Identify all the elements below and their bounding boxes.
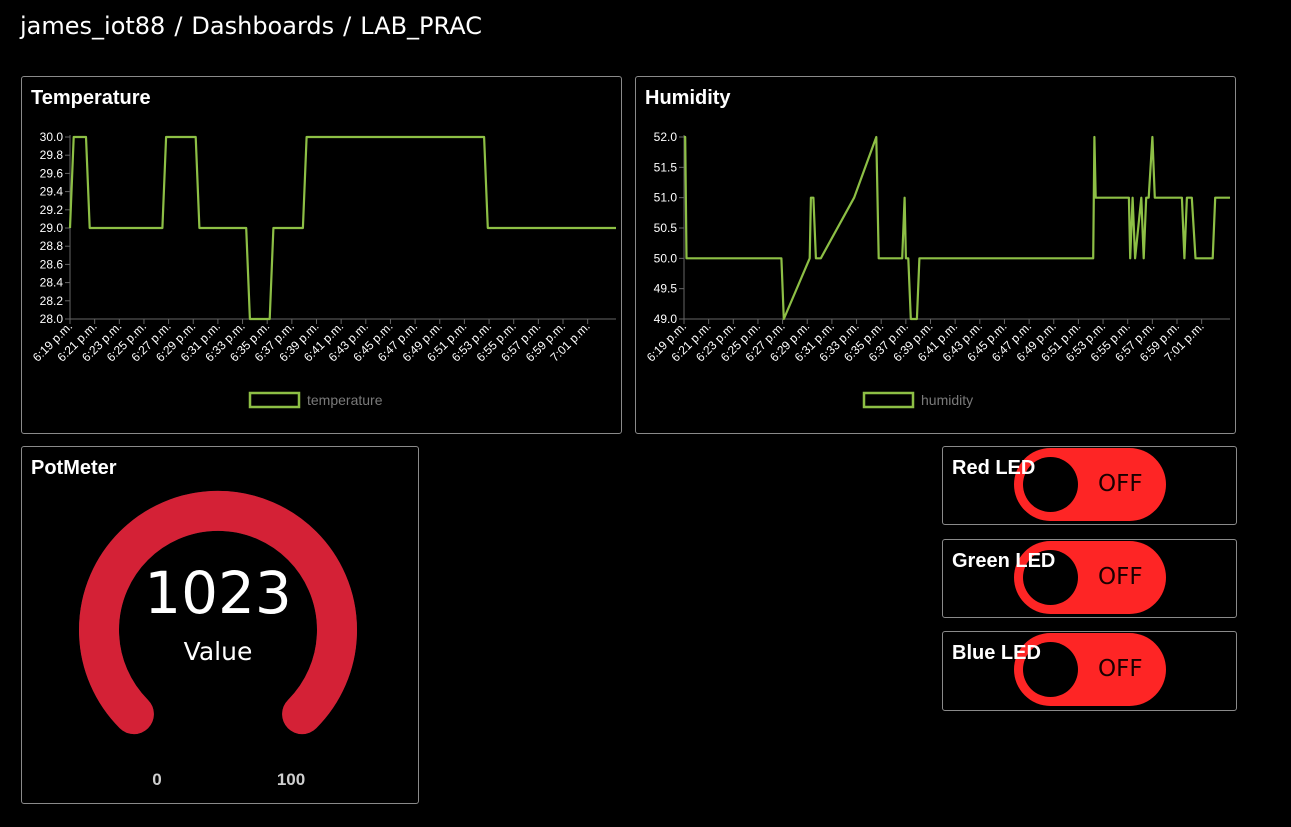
y-tick-label: 29.4 (40, 185, 64, 199)
red-led-toggle[interactable]: OFF (1014, 448, 1166, 521)
y-tick-label: 52.0 (654, 130, 678, 144)
y-tick-label: 28.6 (40, 257, 64, 271)
breadcrumb-separator: / (343, 12, 352, 40)
y-tick-label: 28.2 (40, 294, 64, 308)
temperature-series-line (68, 135, 616, 321)
red-led-state: OFF (1098, 471, 1143, 497)
y-tick-label: 28.4 (40, 276, 64, 290)
y-tick-label: 29.2 (40, 203, 64, 217)
y-tick-label: 29.0 (40, 221, 64, 235)
red-led-widget: OFF Red LED (942, 446, 1237, 525)
y-tick-label: 29.6 (40, 166, 64, 180)
y-tick-label: 28.8 (40, 239, 64, 253)
breadcrumb-separator: / (174, 12, 183, 40)
breadcrumb: james_iot88 / Dashboards / LAB_PRAC (20, 12, 482, 40)
potmeter-gauge: 1023 Value 0 100 (79, 490, 357, 789)
y-tick-label: 30.0 (40, 130, 64, 144)
humidity-series-line (684, 135, 1230, 321)
temperature-widget: Temperature 30.0 29.8 29.6 29.4 29.2 29.0 28.8… (21, 76, 622, 434)
breadcrumb-user-link[interactable]: james_iot88 (20, 12, 165, 40)
y-tick-label: 49.5 (654, 282, 678, 296)
legend-swatch (248, 391, 301, 409)
green-led-label: Green LED (952, 550, 1056, 572)
green-led-widget: OFF Green LED (942, 539, 1237, 618)
potmeter-widget: PotMeter 1023 Value 0 100 (21, 446, 419, 804)
gauge-label: Value (184, 637, 253, 666)
legend-swatch (862, 391, 915, 409)
blue-led-label: Blue LED (952, 642, 1041, 664)
y-tick-label: 50.5 (654, 221, 678, 235)
legend-label[interactable]: humidity (921, 392, 973, 408)
red-led-label: Red LED (952, 457, 1036, 479)
humidity-widget: Humidity 52.0 51.5 51.0 50.5 50.0 49.5 49.0 6:1… (635, 76, 1236, 434)
y-tick-label: 51.0 (654, 191, 678, 205)
y-tick-label: 50.0 (654, 251, 678, 265)
y-tick-label: 29.8 (40, 148, 64, 162)
breadcrumb-current-dashboard: LAB_PRAC (360, 12, 482, 40)
blue-led-widget: OFF Blue LED (942, 631, 1237, 711)
gauge-min-label: 0 (152, 770, 161, 789)
temperature-chart: 30.0 29.8 29.6 29.4 29.2 29.0 28.8 28.6 28.4 28.2… (30, 130, 616, 409)
breadcrumb-dashboards-link[interactable]: Dashboards (191, 12, 334, 40)
y-tick-label: 51.5 (654, 160, 678, 174)
humidity-chart: 52.051.551.050.550.049.549.06:19 p.m.6:2… (644, 130, 1230, 409)
legend-label[interactable]: temperature (307, 392, 383, 408)
gauge-max-label: 100 (277, 770, 305, 789)
blue-led-state: OFF (1098, 656, 1143, 682)
green-led-state: OFF (1098, 564, 1143, 590)
gauge-value: 1023 (144, 559, 292, 627)
